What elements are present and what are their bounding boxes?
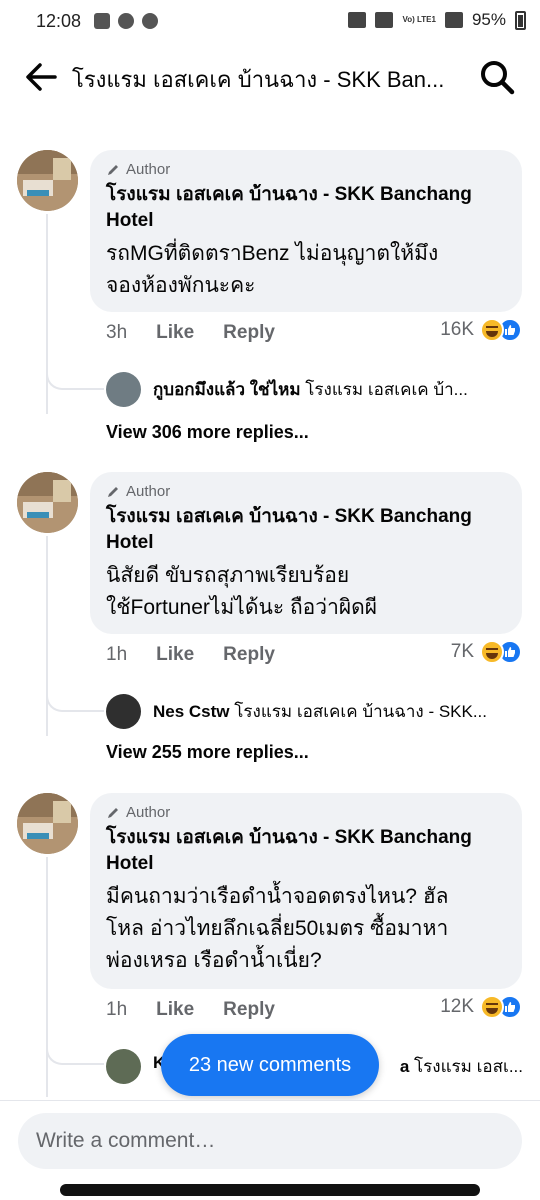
author-badge-label: Author [126, 161, 171, 178]
comment-time: 3h [106, 322, 128, 343]
reply-preview[interactable]: กูบอกมึงแล้ว ใช่ไหม โรงแรม เอสเคเค บ้า..… [106, 372, 526, 407]
comment-line: ใช้Fortunerไม่ได้นะ ถือว่าผิดผี [106, 596, 378, 619]
signal-icon [444, 12, 463, 28]
gallery-icon [94, 13, 110, 29]
thread-line [46, 857, 48, 1097]
reply-snippet: โรงแรม เอสเ... [414, 1057, 523, 1076]
pencil-icon [108, 164, 118, 175]
reaction-count: 16K [440, 319, 474, 340]
reply-snippet: โรงแรม เอสเคเค บ้านฉาง - SKK... [234, 702, 488, 721]
comment-text: รถMGที่ติดตราBenz ไม่อนุญาตให้มึง จองห้อ… [106, 238, 506, 302]
comment-line: รถMGที่ติดตราBenz ไม่อนุญาตให้มึง [106, 242, 439, 265]
view-more-replies[interactable]: View 255 more replies... [106, 742, 309, 763]
comment-line: พ่องเหรอ เรือดำน้ำเนี่ย? [106, 949, 322, 972]
reply-button[interactable]: Reply [223, 322, 275, 344]
comment-line: มีคนถามว่าเรือดำน้ำจอดตรงไหน? ฮัล [106, 885, 449, 908]
pencil-icon [108, 486, 118, 497]
reply-button[interactable]: Reply [223, 999, 275, 1021]
comment-bubble[interactable]: Author โรงแรม เอสเคเค บ้านฉาง - SKK Banc… [90, 150, 522, 312]
haha-icon [480, 640, 504, 664]
reaction-summary[interactable]: 7K [451, 640, 522, 664]
haha-icon [480, 995, 504, 1019]
reply-connector [46, 1043, 104, 1065]
lte-label: Vo) LTE1 [402, 15, 436, 24]
reply-connector [46, 368, 104, 390]
reply-preview[interactable]: Nes Cstw โรงแรม เอสเคเค บ้านฉาง - SKK... [106, 694, 526, 729]
notification-icons [94, 13, 158, 29]
status-right: Vo) LTE1 95% [348, 10, 526, 30]
comment-text: นิสัยดี ขับรถสุภาพเรียบร้อย ใช้Fortunerไ… [106, 560, 506, 624]
reply-button[interactable]: Reply [223, 644, 275, 666]
mute-icon [348, 12, 367, 28]
avatar[interactable] [17, 793, 78, 854]
reply-author: กูบอกมึงแล้ว ใช่ไหม [153, 380, 301, 399]
reaction-summary[interactable]: 12K [440, 995, 522, 1019]
reply-preview-text: Nes Cstw โรงแรม เอสเคเค บ้านฉาง - SKK... [153, 698, 487, 725]
comment-bubble[interactable]: Author โรงแรม เอสเคเค บ้านฉาง - SKK Banc… [90, 472, 522, 634]
pencil-icon [108, 807, 118, 818]
author-badge-label: Author [126, 804, 171, 821]
view-more-replies[interactable]: View 306 more replies... [106, 422, 309, 443]
gesture-bar[interactable] [60, 1184, 480, 1196]
reply-connector [46, 690, 104, 712]
comment-actions: 3h Like Reply [106, 322, 275, 344]
status-bar: 12:08 Vo) LTE1 95% [0, 0, 540, 44]
avatar[interactable] [17, 472, 78, 533]
chat-icon [118, 13, 134, 29]
status-time: 12:08 [36, 11, 82, 31]
reply-preview-text: กูบอกมึงแล้ว ใช่ไหม โรงแรม เอสเคเค บ้า..… [153, 376, 468, 403]
commenter-name[interactable]: โรงแรม เอสเคเค บ้านฉาง - SKK Banchang Ho… [106, 825, 506, 877]
author-badge: Author [106, 161, 506, 178]
comment-time: 1h [106, 644, 128, 665]
avatar[interactable] [17, 150, 78, 211]
reply-author-tail: a [399, 1057, 410, 1076]
battery-icon [515, 10, 526, 30]
avatar[interactable] [106, 372, 141, 407]
new-comments-button[interactable]: 23 new comments [161, 1034, 379, 1096]
comment-composer: Write a comment… [0, 1100, 540, 1200]
comment-actions: 1h Like Reply [106, 999, 275, 1021]
search-icon[interactable] [478, 58, 516, 96]
thread-line [46, 536, 48, 736]
arrow-left-icon[interactable] [22, 58, 60, 96]
comment-actions: 1h Like Reply [106, 644, 275, 666]
comment-line: จองห้องพักนะคะ [106, 274, 256, 297]
like-button[interactable]: Like [156, 322, 194, 344]
comment-text: มีคนถามว่าเรือดำน้ำจอดตรงไหน? ฮัล โหล อ่… [106, 881, 506, 977]
reaction-count: 12K [440, 996, 474, 1017]
accessibility-icon [142, 13, 158, 29]
comment-line: โหล อ่าวไทยลึกเฉลี่ย50เมตร ซื้อมาหา [106, 917, 449, 940]
like-button[interactable]: Like [156, 644, 194, 666]
commenter-name[interactable]: โรงแรม เอสเคเค บ้านฉาง - SKK Banchang Ho… [106, 182, 506, 234]
like-button[interactable]: Like [156, 999, 194, 1021]
reaction-count: 7K [450, 641, 474, 662]
comment-bubble[interactable]: Author โรงแรม เอสเคเค บ้านฉาง - SKK Banc… [90, 793, 522, 989]
thread-line [46, 214, 48, 414]
author-badge: Author [106, 804, 506, 821]
page-title: โรงแรม เอสเคเค บ้านฉาง - SKK Ban... [72, 67, 445, 92]
battery-percent: 95% [471, 10, 506, 29]
comment-input[interactable]: Write a comment… [18, 1113, 522, 1169]
top-app-bar: โรงแรม เอสเคเค บ้านฉาง - SKK Ban... [0, 48, 540, 106]
author-badge-label: Author [126, 483, 171, 500]
commenter-name[interactable]: โรงแรม เอสเคเค บ้านฉาง - SKK Banchang Ho… [106, 504, 506, 556]
author-badge: Author [106, 483, 506, 500]
comment-line: นิสัยดี ขับรถสุภาพเรียบร้อย [106, 564, 350, 587]
wifi-icon [375, 12, 394, 28]
haha-icon [480, 318, 504, 342]
reply-author: Nes Cstw [153, 702, 230, 721]
avatar[interactable] [106, 694, 141, 729]
reply-snippet: โรงแรม เอสเคเค บ้า... [305, 380, 468, 399]
reaction-summary[interactable]: 16K [440, 318, 522, 342]
avatar[interactable] [106, 1049, 141, 1084]
comment-time: 1h [106, 999, 128, 1020]
